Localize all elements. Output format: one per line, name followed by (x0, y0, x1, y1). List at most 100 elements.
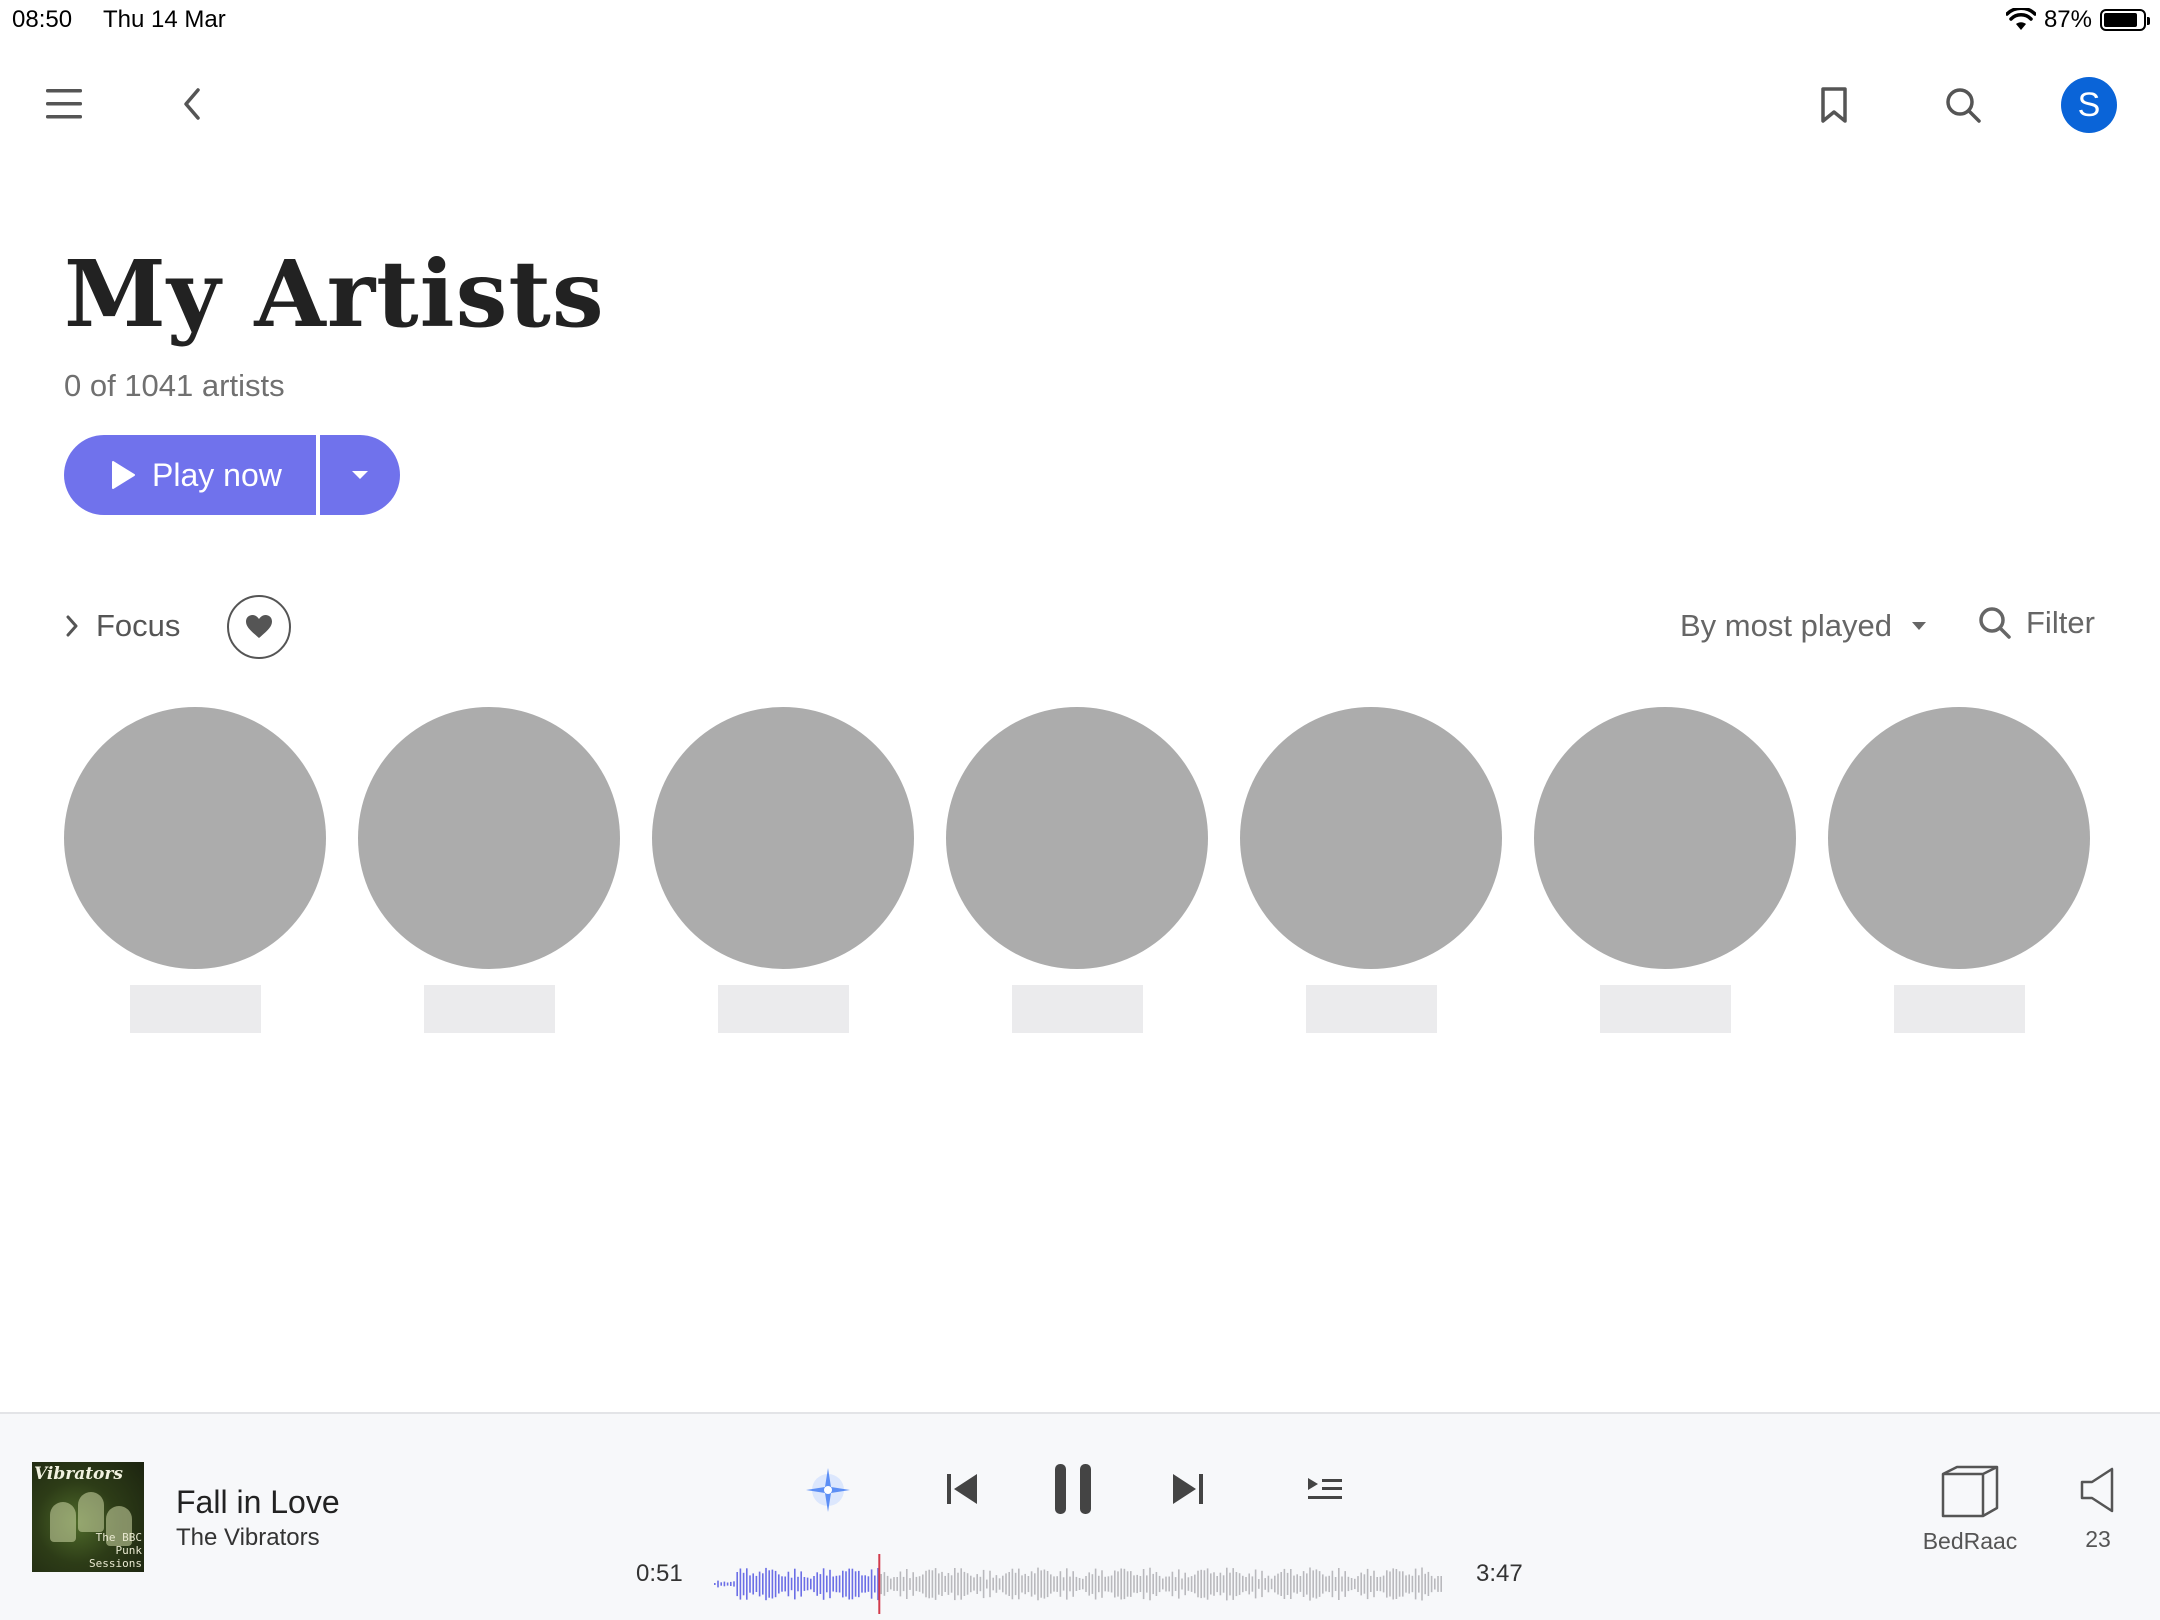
waveform-bar (1174, 1577, 1177, 1591)
waveform-bar (1152, 1573, 1154, 1595)
waveform-bar (816, 1572, 818, 1596)
waveform-bar (931, 1570, 934, 1598)
volume-icon (2080, 1467, 2114, 1513)
track-title[interactable]: Fall in Love (176, 1484, 340, 1521)
waveform-bar (963, 1571, 966, 1596)
waveform-bar (1053, 1576, 1055, 1592)
waveform-bar (1117, 1571, 1119, 1597)
waveform-bar (1347, 1576, 1350, 1592)
user-avatar[interactable]: S (2061, 77, 2117, 133)
filter-button[interactable]: Filter (1978, 605, 2095, 641)
play-now-label: Play now (152, 456, 282, 493)
waveform-bar (1376, 1577, 1378, 1591)
waveform-bar (781, 1576, 783, 1592)
waveform-bar (1024, 1573, 1026, 1595)
waveform-bar (1005, 1573, 1007, 1595)
waveform-bar (1130, 1571, 1132, 1597)
play-now-button[interactable]: Play now (64, 435, 316, 515)
waveform-bar (1430, 1575, 1433, 1593)
waveform-bar (1402, 1571, 1404, 1597)
waveform-bar (794, 1568, 796, 1600)
cover-band-name: Vibrators (34, 1464, 123, 1484)
artist-card-placeholder[interactable] (1828, 707, 2090, 1033)
album-cover[interactable]: Vibrators The BBC Punk Sessions (32, 1462, 144, 1572)
volume-button[interactable]: 23 (2066, 1466, 2130, 1553)
waveform-bar (1357, 1576, 1359, 1592)
waveform-bar (819, 1574, 822, 1594)
waveform-bar (1187, 1577, 1190, 1591)
search-icon (1946, 88, 1981, 123)
playhead[interactable] (878, 1554, 881, 1614)
waveform-bar (954, 1568, 956, 1601)
menu-button[interactable] (40, 80, 88, 128)
waveform-bar (1011, 1568, 1014, 1600)
waveform-bar (848, 1568, 850, 1600)
waveform-bar (1370, 1575, 1372, 1592)
sonic-button[interactable] (800, 1462, 856, 1518)
play-options-button[interactable] (320, 435, 400, 515)
artist-grid (64, 707, 2090, 1033)
artist-card-placeholder[interactable] (64, 707, 326, 1033)
previous-track-button[interactable] (940, 1464, 984, 1514)
waveform-bar (1379, 1576, 1382, 1592)
waveform-bar (918, 1576, 921, 1592)
waveform-bar (1315, 1569, 1318, 1599)
total-time: 3:47 (1476, 1560, 1523, 1587)
track-artist[interactable]: The Vibrators (176, 1524, 320, 1552)
artist-name-placeholder (1599, 985, 1731, 1033)
pause-button[interactable] (1050, 1458, 1096, 1520)
waveform-bar (1059, 1571, 1062, 1597)
waveform-bar (1283, 1568, 1286, 1599)
player-bar: Vibrators The BBC Punk Sessions Fall in … (0, 1412, 2160, 1620)
waveform-bar (845, 1571, 847, 1597)
waveform-bar (912, 1572, 914, 1596)
waveform-bar (749, 1575, 751, 1593)
waveform-bar (1094, 1568, 1097, 1600)
output-device-button[interactable]: BedRaac (1920, 1464, 2020, 1555)
waveform-bar (947, 1573, 950, 1595)
waveform-bar (899, 1571, 902, 1597)
artist-card-placeholder[interactable] (1534, 707, 1796, 1033)
status-time: 08:50 (12, 6, 73, 33)
waveform-bar (1338, 1568, 1340, 1600)
waveform-bar (1280, 1572, 1282, 1596)
waveform-bar (730, 1581, 732, 1586)
waveform-bar (1142, 1569, 1145, 1600)
waveform-bar (714, 1583, 716, 1585)
waveform-bar (784, 1576, 786, 1592)
waveform-bar (1114, 1570, 1116, 1598)
volume-level: 23 (2085, 1526, 2111, 1552)
bookmark-button[interactable] (1812, 82, 1856, 128)
back-button[interactable] (172, 80, 212, 128)
waveform-bar (944, 1575, 946, 1592)
waveform-bar (1270, 1578, 1273, 1590)
waveform-bar (1219, 1572, 1222, 1596)
waveform-bar (1203, 1570, 1206, 1598)
waveform-bar (810, 1578, 812, 1590)
artist-card-placeholder[interactable] (946, 707, 1208, 1033)
waveform-bar (851, 1568, 854, 1600)
status-right: 87% (2005, 6, 2150, 34)
waveform-bar (1395, 1569, 1398, 1599)
focus-toggle[interactable]: Focus (64, 608, 180, 644)
waveform-bar (906, 1569, 908, 1599)
waveform-bar (1136, 1574, 1138, 1594)
waveform-bar (1184, 1572, 1186, 1596)
waveform-bar (723, 1581, 726, 1587)
artist-card-placeholder[interactable] (1240, 707, 1502, 1033)
waveform-bar (1296, 1574, 1298, 1594)
waveform-bar (1120, 1568, 1122, 1600)
sort-dropdown[interactable]: By most played (1680, 608, 1928, 644)
queue-button[interactable] (1302, 1468, 1348, 1510)
waveform-bar (976, 1574, 978, 1594)
waveform-bar (1002, 1575, 1004, 1593)
artist-card-placeholder[interactable] (358, 707, 620, 1033)
waveform-bar (765, 1567, 767, 1601)
hamburger-icon (46, 89, 82, 119)
waveform-scrubber[interactable] (714, 1554, 1444, 1614)
waveform-bar (1408, 1574, 1410, 1594)
search-button[interactable] (1940, 82, 1986, 128)
favorites-filter-button[interactable] (227, 595, 291, 659)
artist-card-placeholder[interactable] (652, 707, 914, 1033)
next-track-button[interactable] (1166, 1464, 1210, 1514)
